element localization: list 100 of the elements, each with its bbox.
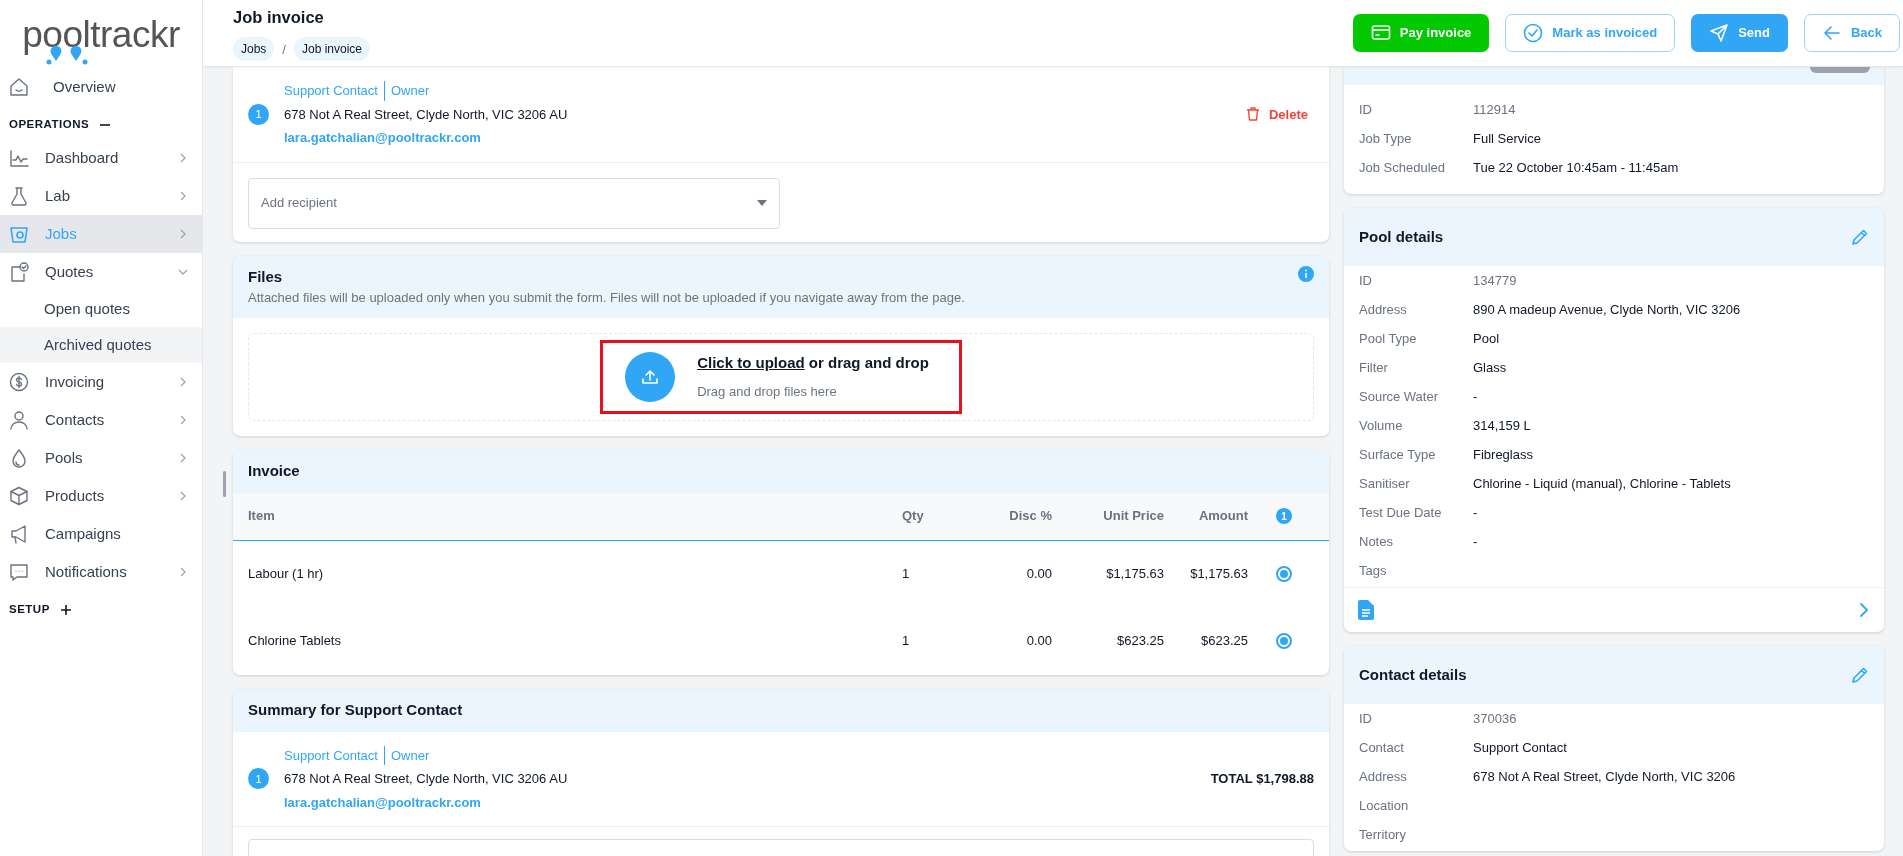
contact-address: 678 Not A Real Street, Clyde North, VIC 3206 AU	[284, 770, 569, 788]
sidebar-subitem[interactable]: Archived quotes	[0, 327, 202, 363]
chat-icon	[9, 562, 29, 582]
caret-down-icon	[757, 200, 767, 206]
table-cell-text: $1,175.63	[1189, 565, 1248, 584]
table-cell-text: $623.25	[1116, 632, 1164, 651]
detail-value: Full Service	[1473, 129, 1541, 148]
detail-value: -	[1473, 387, 1478, 406]
upload-prompt: Click to upload or drag and drop	[697, 352, 929, 373]
upload-link[interactable]: Click to upload	[697, 353, 805, 371]
detail-label: Job Type	[1359, 129, 1413, 148]
expand-icon[interactable]	[59, 604, 72, 616]
column-header: Amount	[1197, 507, 1248, 526]
table-cell-text: $1,175.63	[1105, 565, 1164, 584]
table-cell-text: $623.25	[1200, 632, 1248, 651]
sidebar-item[interactable]: Lab	[0, 177, 202, 215]
chevron-right-icon[interactable]	[1859, 602, 1869, 618]
sidebar-item[interactable]: Products	[0, 477, 202, 515]
detail-label: Address	[1359, 767, 1408, 786]
count-badge: 1	[1276, 508, 1292, 524]
breadcrumb-separator: /	[282, 40, 286, 59]
upload-hint: Drag and drop files here	[697, 383, 838, 401]
section-heading: OPERATIONS	[9, 117, 90, 133]
column-header: Unit Price	[1102, 507, 1164, 526]
overview-nav-item[interactable]: Overview	[0, 68, 202, 106]
detail-value: 370036	[1473, 709, 1517, 728]
contact-address: 678 Not A Real Street, Clyde North, VIC 3206 AU	[284, 105, 569, 124]
sidebar-item[interactable]: Quotes	[0, 253, 202, 291]
paper-plane-icon	[1709, 23, 1730, 43]
sidebar-item[interactable]: Dashboard	[0, 139, 202, 177]
detail-value: 112914	[1473, 100, 1516, 119]
detail-label: Volume	[1359, 416, 1404, 435]
detail-value: 314,159 L	[1473, 416, 1531, 435]
column-header: Disc %	[1008, 507, 1052, 526]
dashboard-icon	[9, 148, 29, 168]
sidebar-item[interactable]: Invoicing	[0, 363, 202, 401]
card-title: Summary for Support Contact	[248, 699, 463, 720]
pencil-icon[interactable]	[1851, 666, 1869, 684]
detail-label: ID	[1359, 271, 1373, 290]
radio-button[interactable]	[1276, 633, 1292, 649]
detail-label: Surface Type	[1359, 445, 1437, 464]
detail-label: Filter	[1359, 358, 1389, 377]
detail-value: Chlorine - Liquid (manual), Chlorine - Tablets	[1473, 474, 1731, 493]
document-icon[interactable]	[1358, 600, 1374, 620]
radio-button[interactable]	[1276, 566, 1292, 582]
sidebar-item[interactable]: Pools	[0, 439, 202, 477]
sidebar-item[interactable]: Notifications	[0, 553, 202, 591]
logo-text: pooltrackr	[22, 15, 180, 53]
detail-value: 134779	[1473, 271, 1517, 290]
detail-label: Job Scheduled	[1359, 158, 1446, 177]
pencil-icon[interactable]	[1851, 228, 1869, 246]
section-heading: SETUP	[9, 602, 50, 618]
upload-icon	[641, 367, 660, 386]
detail-value: Support Contact	[1473, 738, 1567, 757]
detail-label: Territory	[1359, 825, 1407, 844]
sidebar-subitem[interactable]: Open quotes	[0, 291, 202, 327]
detail-value: Tue 22 October 10:45am - 11:45am	[1473, 158, 1679, 177]
card-icon	[1370, 23, 1391, 43]
detail-label: Notes	[1359, 532, 1394, 551]
bucket-icon	[9, 224, 29, 244]
table-cell-text: 1	[902, 565, 911, 584]
megaphone-icon	[9, 524, 29, 544]
recipient-dropdown[interactable]: Add recipient	[248, 177, 780, 229]
sidebar-item[interactable]: Contacts	[0, 401, 202, 439]
contact-role: Owner	[383, 745, 430, 765]
breadcrumb-link[interactable]: Job invoice	[294, 37, 371, 62]
detail-value: Pool	[1473, 329, 1500, 348]
detail-label: Sanitiser	[1359, 474, 1411, 493]
table-cell-text: Labour (1 hr)	[248, 565, 325, 584]
detail-label: Tags	[1359, 561, 1388, 580]
card-title: Contact details	[1359, 664, 1467, 685]
page-title: Job invoice	[233, 6, 325, 28]
resize-handle[interactable]	[223, 471, 226, 497]
detail-value: Glass	[1473, 358, 1507, 377]
detail-label: Contact	[1359, 738, 1405, 757]
drop-icon	[9, 448, 29, 468]
detail-label: ID	[1359, 100, 1373, 119]
flask-icon	[9, 186, 29, 206]
box-icon	[9, 486, 29, 506]
detail-label: Location	[1359, 796, 1410, 815]
card-title: Invoice	[248, 460, 300, 481]
recipient-number: 1	[248, 103, 269, 125]
detail-value: Fibreglass	[1473, 445, 1533, 464]
person-icon	[9, 410, 29, 430]
column-header: Qty	[902, 507, 925, 526]
sidebar-item[interactable]: Campaigns	[0, 515, 202, 553]
contact-role: Owner	[383, 81, 430, 101]
column-header: Item	[248, 507, 276, 526]
detail-value: 890 A madeup Avenue, Clyde North, VIC 3206	[1473, 300, 1741, 319]
card-title: Pool details	[1359, 226, 1444, 247]
table-cell-text: 0.00	[1025, 565, 1052, 584]
detail-label: Test Due Date	[1359, 503, 1443, 522]
breadcrumb-link[interactable]: Jobs	[233, 37, 275, 62]
delete-button[interactable]: Delete	[1231, 97, 1321, 131]
drop-zone[interactable]: Click to upload or drag and drop Drag and drop files here	[248, 332, 1314, 421]
detail-label: Source Water	[1359, 387, 1439, 406]
arrow-left-icon	[1821, 23, 1842, 43]
card-title: Files	[248, 266, 284, 287]
check-circle-icon	[1523, 23, 1544, 43]
dollar-icon	[9, 372, 29, 392]
